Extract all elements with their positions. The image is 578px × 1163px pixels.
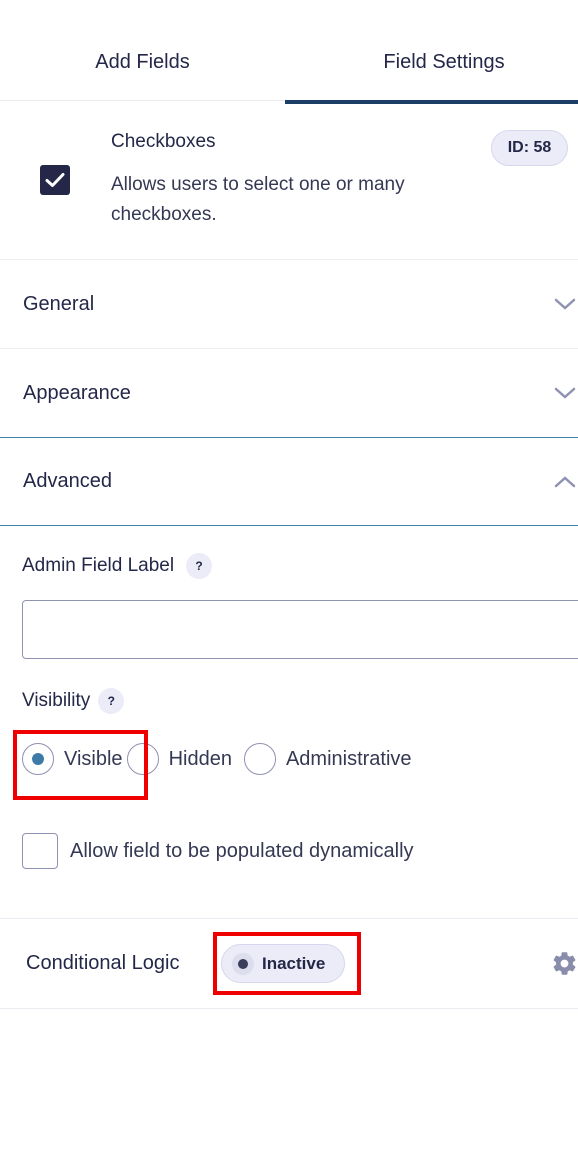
radio-administrative[interactable]: Administrative	[243, 743, 412, 775]
section-general-label: General	[23, 292, 95, 315]
field-title: Checkboxes	[111, 131, 216, 152]
help-icon[interactable]: ?	[186, 553, 213, 579]
field-id-badge: ID: 58	[491, 130, 568, 166]
radio-administrative-label: Administrative	[285, 747, 412, 770]
dynamic-population-label: Allow field to be populated dynamically	[70, 839, 414, 862]
field-header: Checkboxes Allows users to select one or…	[0, 104, 578, 260]
checkbox-checked-icon	[40, 165, 70, 195]
visibility-heading: Visibility ?	[22, 687, 125, 715]
conditional-logic-label: Conditional Logic	[26, 951, 180, 974]
conditional-logic-status-badge[interactable]: Inactive	[221, 944, 345, 983]
chevron-up-icon	[554, 475, 576, 487]
radio-selected-dot	[32, 753, 44, 765]
admin-field-label-heading: Admin Field Label ?	[22, 552, 213, 580]
visibility-label-text: Visibility	[22, 690, 91, 711]
section-advanced[interactable]: Advanced	[0, 438, 578, 526]
radio-button[interactable]	[243, 743, 276, 775]
radio-button-selected[interactable]	[22, 743, 54, 775]
chevron-down-icon	[554, 387, 576, 399]
section-advanced-label: Advanced	[23, 470, 112, 492]
admin-field-label-input[interactable]	[22, 600, 578, 659]
radio-hidden-label: Hidden	[168, 747, 232, 770]
status-text: Inactive	[262, 953, 326, 973]
tab-add-fields[interactable]: Add Fields	[0, 0, 285, 100]
status-dot	[238, 958, 248, 969]
admin-field-label-text: Admin Field Label	[22, 555, 175, 576]
tab-field-settings[interactable]: Field Settings	[285, 0, 578, 100]
radio-hidden[interactable]: Hidden	[126, 743, 232, 775]
section-appearance[interactable]: Appearance	[0, 349, 578, 438]
chevron-down-icon	[554, 298, 576, 310]
field-description: Allows users to select one or many check…	[111, 174, 405, 225]
dynamic-population-checkbox[interactable]	[22, 833, 58, 869]
tab-divider	[0, 100, 285, 101]
status-dot-icon	[232, 952, 254, 975]
radio-button[interactable]	[126, 743, 159, 775]
gear-icon[interactable]	[551, 950, 578, 977]
tab-bar: Add Fields Field Settings	[0, 0, 578, 104]
conditional-logic-section: Conditional Logic Inactive	[0, 918, 578, 1009]
section-general[interactable]: General	[0, 260, 578, 349]
help-icon[interactable]: ?	[98, 688, 125, 714]
section-appearance-label: Appearance	[23, 381, 131, 404]
dynamic-population-option[interactable]: Allow field to be populated dynamically	[22, 832, 414, 870]
radio-visible-label: Visible	[64, 747, 123, 770]
visibility-radio-group: Visible Hidden Administrative	[22, 742, 424, 776]
radio-visible[interactable]: Visible	[22, 743, 123, 775]
